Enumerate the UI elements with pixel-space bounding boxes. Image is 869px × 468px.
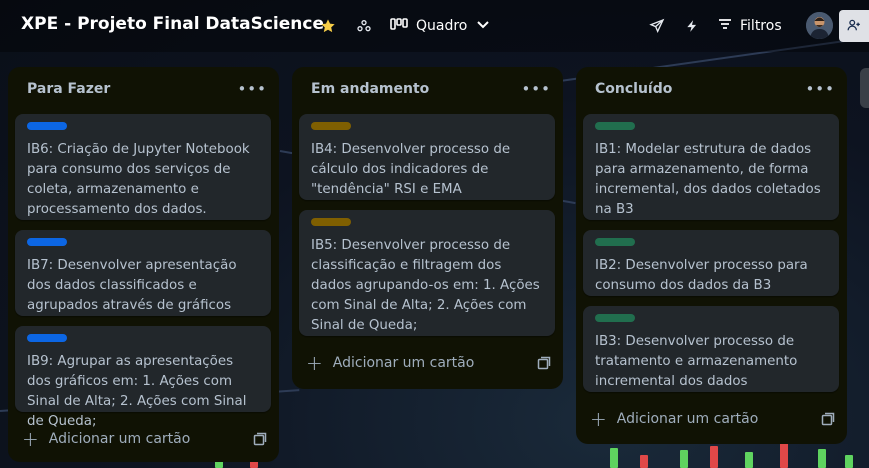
card-title: IB4: Desenvolver processo de cálculo dos…	[311, 142, 511, 197]
list-concluido: Concluído ••• IB1: Modelar estrutura de …	[576, 67, 847, 444]
send-icon[interactable]	[647, 16, 667, 36]
card-label[interactable]	[595, 314, 635, 322]
view-label: Quadro	[416, 18, 468, 34]
card-template-icon[interactable]	[821, 412, 835, 426]
list-menu-icon[interactable]: •••	[805, 81, 835, 97]
card-label[interactable]	[27, 334, 67, 342]
filters-button[interactable]: Filtros	[718, 14, 782, 38]
filter-icon	[718, 18, 732, 34]
card-title: IB3: Desenvolver processo de tratamento …	[595, 334, 798, 389]
card[interactable]: IB5: Desenvolver processo de classificaç…	[299, 210, 555, 336]
workspace-icon[interactable]	[354, 16, 374, 36]
list-em-andamento: Em andamento ••• IB4: Desenvolver proces…	[292, 67, 563, 389]
card-title: IB2: Desenvolver processo para consumo d…	[595, 258, 808, 293]
filters-label: Filtros	[740, 18, 782, 34]
list-title[interactable]: Em andamento	[311, 81, 429, 97]
card-label[interactable]	[27, 238, 67, 246]
card-label[interactable]	[311, 122, 351, 130]
board-view-icon	[390, 17, 408, 35]
card-title: IB7: Desenvolver apresentação dos dados …	[27, 258, 237, 313]
share-button[interactable]	[839, 10, 869, 42]
card[interactable]: IB6: Criação de Jupyter Notebook para co…	[15, 114, 271, 220]
card-label[interactable]	[311, 218, 351, 226]
card[interactable]: IB1: Modelar estrutura de dados para arm…	[583, 114, 839, 220]
plus-icon: +	[306, 351, 323, 375]
plus-icon: +	[590, 407, 607, 431]
board-header: XPE - Projeto Final DataScience Quadro F…	[0, 0, 869, 52]
card-title: IB6: Criação de Jupyter Notebook para co…	[27, 142, 250, 217]
card-title: IB1: Modelar estrutura de dados para arm…	[595, 142, 821, 217]
list-header: Em andamento •••	[292, 67, 563, 111]
add-card-label: Adicionar um cartão	[332, 355, 475, 371]
plus-icon: +	[22, 427, 39, 451]
list-header: Para Fazer •••	[8, 67, 279, 111]
list-menu-icon[interactable]: •••	[521, 81, 551, 97]
list-para-fazer: Para Fazer ••• IB6: Criação de Jupyter N…	[8, 67, 279, 462]
add-card-label: Adicionar um cartão	[48, 431, 191, 447]
add-card-label: Adicionar um cartão	[616, 411, 759, 427]
card[interactable]: IB4: Desenvolver processo de cálculo dos…	[299, 114, 555, 200]
list-header: Concluído •••	[576, 67, 847, 111]
star-icon[interactable]	[318, 16, 338, 36]
card-template-icon[interactable]	[253, 432, 267, 446]
add-card-button[interactable]: + Adicionar um cartão	[306, 350, 551, 376]
add-card-button[interactable]: + Adicionar um cartão	[22, 426, 267, 452]
chevron-down-icon	[475, 16, 491, 36]
lightning-icon[interactable]	[682, 16, 702, 36]
card[interactable]: IB3: Desenvolver processo de tratamento …	[583, 306, 839, 392]
card[interactable]: IB7: Desenvolver apresentação dos dados …	[15, 230, 271, 316]
list-title[interactable]: Concluído	[595, 81, 672, 97]
card-label[interactable]	[595, 238, 635, 246]
card[interactable]: IB2: Desenvolver processo para consumo d…	[583, 230, 839, 296]
add-card-button[interactable]: + Adicionar um cartão	[590, 406, 835, 432]
list-title[interactable]: Para Fazer	[27, 81, 110, 97]
card-title: IB5: Desenvolver processo de classificaç…	[311, 238, 540, 333]
card[interactable]: IB9: Agrupar as apresentações dos gráfic…	[15, 326, 271, 429]
board-title[interactable]: XPE - Projeto Final DataScience	[21, 14, 324, 34]
add-member-icon	[847, 17, 861, 36]
card-label[interactable]	[595, 122, 635, 130]
card-template-icon[interactable]	[537, 356, 551, 370]
card-title: IB9: Agrupar as apresentações dos gráfic…	[27, 354, 247, 429]
view-switcher-button[interactable]: Quadro	[390, 14, 491, 38]
list-menu-icon[interactable]: •••	[237, 81, 267, 97]
card-label[interactable]	[27, 122, 67, 130]
avatar[interactable]	[806, 12, 833, 39]
